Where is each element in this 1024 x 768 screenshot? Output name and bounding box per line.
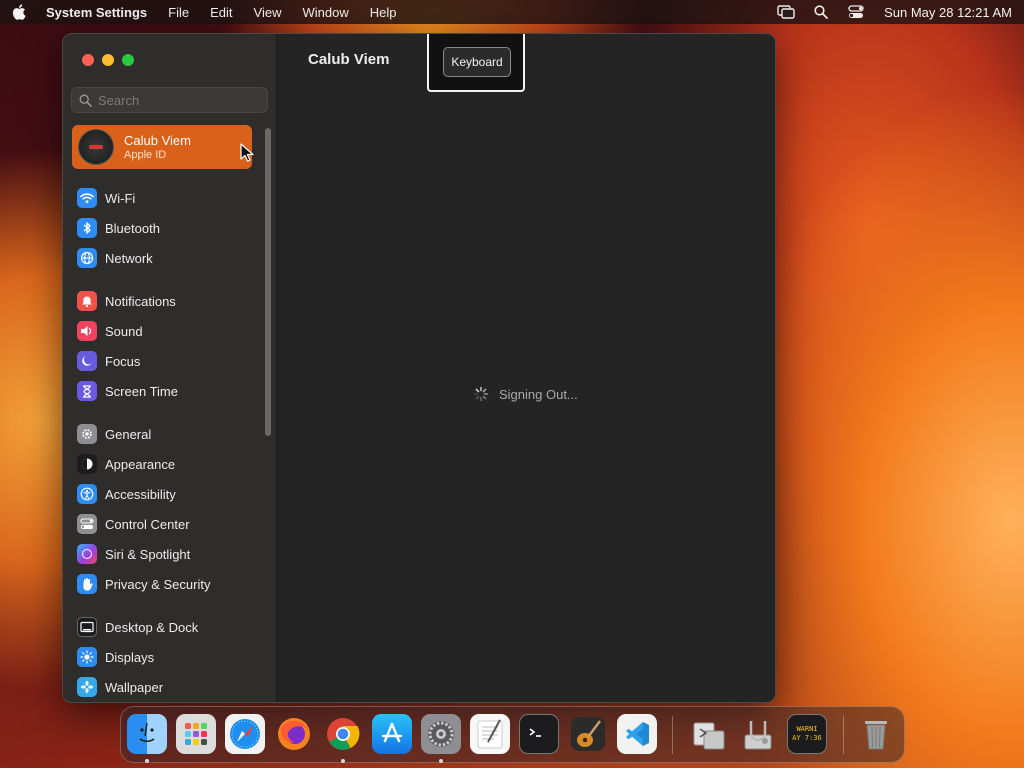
sidebar-item-accessibility[interactable]: Accessibility (77, 481, 257, 507)
sidebar-item-label: Desktop & Dock (105, 619, 199, 635)
menu-bar-clock[interactable]: Sun May 28 12:21 AM (884, 5, 1012, 20)
keyboard-tooltip: Keyboard (427, 34, 525, 92)
window-controls (82, 54, 134, 66)
sidebar-item-siri-spotlight[interactable]: Siri & Spotlight (77, 541, 257, 567)
sidebar-item-label: Displays (105, 649, 155, 665)
finder-icon[interactable] (127, 714, 167, 754)
sidebar-item-screen-time[interactable]: Screen Time (77, 378, 257, 404)
menu-window[interactable]: Window (302, 5, 348, 20)
sidebar-item-label: Network (105, 250, 153, 266)
sidebar-item-network[interactable]: Network (77, 245, 257, 271)
system-settings-icon[interactable] (421, 714, 461, 754)
account-subtitle: Apple ID (124, 148, 167, 161)
sidebar-item-appearance[interactable]: Appearance (77, 451, 257, 477)
sidebar-item-label: Siri & Spotlight (105, 546, 191, 562)
sidebar-scrollbar[interactable] (265, 128, 271, 436)
menu-help[interactable]: Help (370, 5, 397, 20)
screen-mirroring-icon[interactable] (777, 4, 795, 20)
sidebar-item-label: Privacy & Security (105, 576, 211, 592)
globe-icon (77, 248, 97, 268)
control-center-icon (77, 514, 97, 534)
keyboard-button[interactable]: Keyboard (443, 47, 511, 77)
wallpaper-icon (77, 677, 97, 697)
sidebar-item-focus[interactable]: Focus (77, 348, 257, 374)
search-icon (79, 93, 92, 107)
safari-icon[interactable] (225, 714, 265, 754)
textedit-icon[interactable] (470, 714, 510, 754)
sidebar-item-label: Wallpaper (105, 679, 164, 695)
console-icon[interactable]: WARNI AY 7:36 (787, 714, 827, 754)
sun-icon (77, 647, 97, 667)
sidebar: Calub Viem Apple ID Wi-Fi Bluetooth (63, 34, 277, 702)
sidebar-item-label: Sound (105, 323, 143, 339)
apple-id-account-row[interactable]: Calub Viem Apple ID (72, 125, 252, 169)
hand-icon (77, 574, 97, 594)
wifi-icon (77, 188, 97, 208)
search-field[interactable] (71, 87, 268, 113)
mouse-pointer-icon (240, 143, 254, 168)
sidebar-item-label: Appearance (105, 456, 176, 472)
minimize-window-button[interactable] (102, 54, 114, 66)
system-settings-window: Calub Viem Apple ID Wi-Fi Bluetooth (62, 33, 776, 703)
chrome-icon[interactable] (323, 714, 363, 754)
search-input[interactable] (98, 92, 248, 108)
console-icon-text: WARNI AY 7:36 (792, 725, 822, 742)
sidebar-item-privacy-security[interactable]: Privacy & Security (77, 571, 257, 597)
sidebar-item-label: General (105, 426, 152, 442)
garageband-icon[interactable] (568, 714, 608, 754)
app-name-menu[interactable]: System Settings (46, 5, 147, 20)
menu-file[interactable]: File (168, 5, 189, 20)
sidebar-item-wallpaper[interactable]: Wallpaper (77, 674, 257, 700)
vscode-icon[interactable] (617, 714, 657, 754)
disk-utility-icon[interactable] (738, 714, 778, 754)
bluetooth-icon (77, 218, 97, 238)
menu-bar: System Settings File Edit View Window He… (0, 0, 1024, 24)
spinner-icon (473, 386, 489, 402)
sidebar-item-desktop-dock[interactable]: Desktop & Dock (77, 614, 257, 640)
menu-view[interactable]: View (254, 5, 282, 20)
terminal-icon[interactable] (519, 714, 559, 754)
sidebar-item-label: Accessibility (105, 486, 176, 502)
sidebar-item-sound[interactable]: Sound (77, 318, 257, 344)
sidebar-item-control-center[interactable]: Control Center (77, 511, 257, 537)
app-store-icon[interactable] (372, 714, 412, 754)
firefox-icon[interactable] (274, 714, 314, 754)
status-text: Signing Out... (499, 386, 578, 402)
trash-icon[interactable] (856, 714, 896, 754)
avatar (78, 129, 114, 165)
dock: WARNI AY 7:36 (120, 706, 905, 763)
desktop-icon (77, 617, 97, 637)
spotlight-search-icon[interactable] (812, 4, 830, 20)
accessibility-icon (77, 484, 97, 504)
sidebar-item-label: Focus (105, 353, 141, 369)
zoom-window-button[interactable] (122, 54, 134, 66)
speaker-icon (77, 321, 97, 341)
sidebar-item-displays[interactable]: Displays (77, 644, 257, 670)
control-center-menu-icon[interactable] (847, 4, 865, 20)
gear-icon (77, 424, 97, 444)
sidebar-item-label: Notifications (105, 293, 176, 309)
account-name: Calub Viem (124, 132, 191, 148)
sidebar-item-label: Control Center (105, 516, 190, 532)
migration-icon[interactable] (689, 714, 729, 754)
menu-edit[interactable]: Edit (210, 5, 232, 20)
close-window-button[interactable] (82, 54, 94, 66)
moon-icon (77, 351, 97, 371)
sidebar-item-label: Screen Time (105, 383, 178, 399)
sidebar-item-label: Bluetooth (105, 220, 160, 236)
signing-out-status: Signing Out... (473, 386, 578, 402)
bell-icon (77, 291, 97, 311)
sidebar-item-wifi[interactable]: Wi-Fi (77, 185, 257, 211)
appearance-icon (77, 454, 97, 474)
sidebar-item-notifications[interactable]: Notifications (77, 288, 257, 314)
apple-menu-icon[interactable] (12, 4, 26, 20)
launchpad-icon[interactable] (176, 714, 216, 754)
sidebar-item-label: Wi-Fi (105, 190, 136, 206)
main-content: Calub Viem Keyboard Signing Out... (277, 34, 775, 702)
sidebar-item-general[interactable]: General (77, 421, 257, 447)
hourglass-icon (77, 381, 97, 401)
page-title: Calub Viem (308, 51, 390, 68)
siri-icon (77, 544, 97, 564)
sidebar-item-bluetooth[interactable]: Bluetooth (77, 215, 257, 241)
